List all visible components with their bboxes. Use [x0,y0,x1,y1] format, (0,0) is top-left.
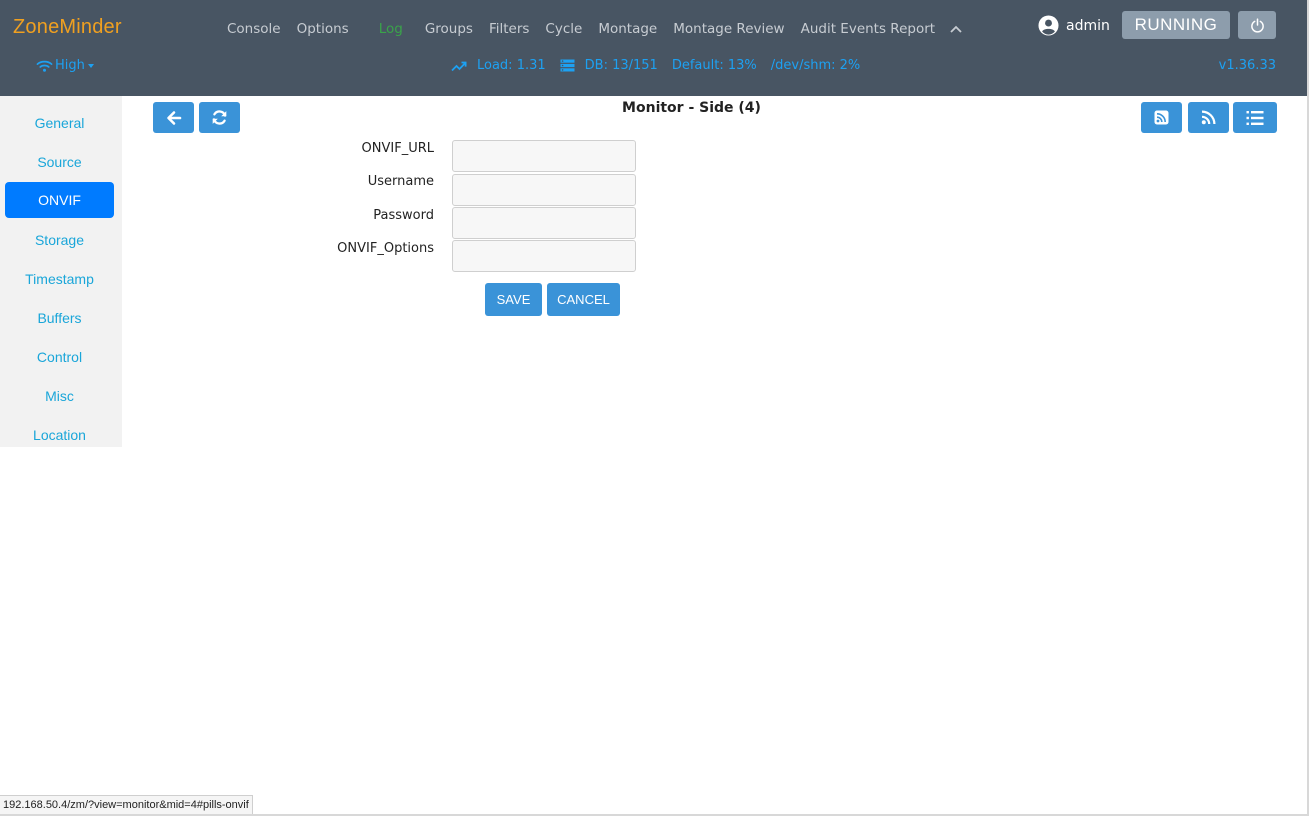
wifi-icon [36,60,53,72]
feed-square-button[interactable] [1141,102,1182,133]
nav-montage[interactable]: Montage [590,19,665,39]
nav-filters[interactable]: Filters [481,19,537,39]
username-label: Username [367,174,434,189]
database-icon [560,59,575,72]
user-menu[interactable]: admin [1038,15,1110,36]
tab-control[interactable]: Control [5,339,114,375]
password-input[interactable] [452,207,636,239]
refresh-icon [212,110,227,125]
chevron-up-icon[interactable] [943,19,969,39]
top-navbar: ZoneMinder Console Options Log Groups Fi… [0,0,1307,96]
save-button[interactable]: SAVE [485,283,542,316]
nav-console[interactable]: Console [219,19,289,39]
load-stat: Load: 1.31 [451,58,546,73]
feed-button[interactable] [1188,102,1229,133]
onvif-options-input[interactable] [452,240,636,272]
tab-misc[interactable]: Misc [5,378,114,414]
power-button[interactable] [1238,11,1276,39]
bandwidth-dropdown[interactable]: High [36,58,94,73]
db-value: DB: 13/151 [584,58,658,73]
db-stat: DB: 13/151 [560,58,658,73]
bandwidth-label: High [55,58,85,73]
page: ZoneMinder Console Options Log Groups Fi… [0,0,1309,816]
browser-status-bar: 192.168.50.4/zm/?view=monitor&mid=4#pill… [0,795,253,814]
system-stats: Load: 1.31 DB: 13/151 Default: 13% /dev/… [451,58,874,73]
tab-location[interactable]: Location [5,417,114,453]
username-input[interactable] [452,174,636,206]
caret-down-icon [87,64,94,68]
tab-storage[interactable]: Storage [5,222,114,258]
nav-groups[interactable]: Groups [417,19,481,39]
back-button[interactable] [153,102,194,133]
monitor-tabs-sidebar: General Source ONVIF Storage Timestamp B… [0,96,122,447]
version-label[interactable]: v1.36.33 [1219,58,1276,73]
page-title: Monitor - Side (4) [622,100,761,116]
nav-montage-review[interactable]: Montage Review [665,19,792,39]
list-ordered-icon [1246,110,1264,125]
load-value: Load: 1.31 [477,58,546,73]
tab-timestamp[interactable]: Timestamp [5,261,114,297]
nav-cycle[interactable]: Cycle [537,19,590,39]
trending-up-icon [451,61,467,71]
tab-onvif[interactable]: ONVIF [5,182,114,218]
onvif-url-input[interactable] [452,140,636,172]
main-nav: Console Options Log Groups Filters Cycle… [219,19,969,39]
rss-icon [1201,110,1216,125]
nav-options[interactable]: Options [289,19,357,39]
user-name: admin [1066,17,1110,34]
nav-audit-events-report[interactable]: Audit Events Report [793,19,943,39]
shm-stat: /dev/shm: 2% [770,58,861,73]
tab-buffers[interactable]: Buffers [5,300,114,336]
arrow-left-icon [166,110,181,125]
tab-source[interactable]: Source [5,144,114,180]
power-icon [1250,17,1264,33]
refresh-button[interactable] [199,102,240,133]
user-circle-icon [1038,15,1059,36]
password-label: Password [373,208,434,223]
onvif-options-label: ONVIF_Options [337,241,434,256]
tab-general[interactable]: General [5,105,114,141]
cancel-button[interactable]: CANCEL [547,283,620,316]
run-state-button[interactable]: RUNNING [1122,11,1230,39]
default-storage-stat[interactable]: Default: 13% [672,58,757,73]
rss-square-icon [1154,110,1169,125]
onvif-url-label: ONVIF_URL [361,141,434,156]
nav-log[interactable]: Log [357,19,417,39]
brand-logo[interactable]: ZoneMinder [13,16,122,39]
list-button[interactable] [1233,102,1277,133]
